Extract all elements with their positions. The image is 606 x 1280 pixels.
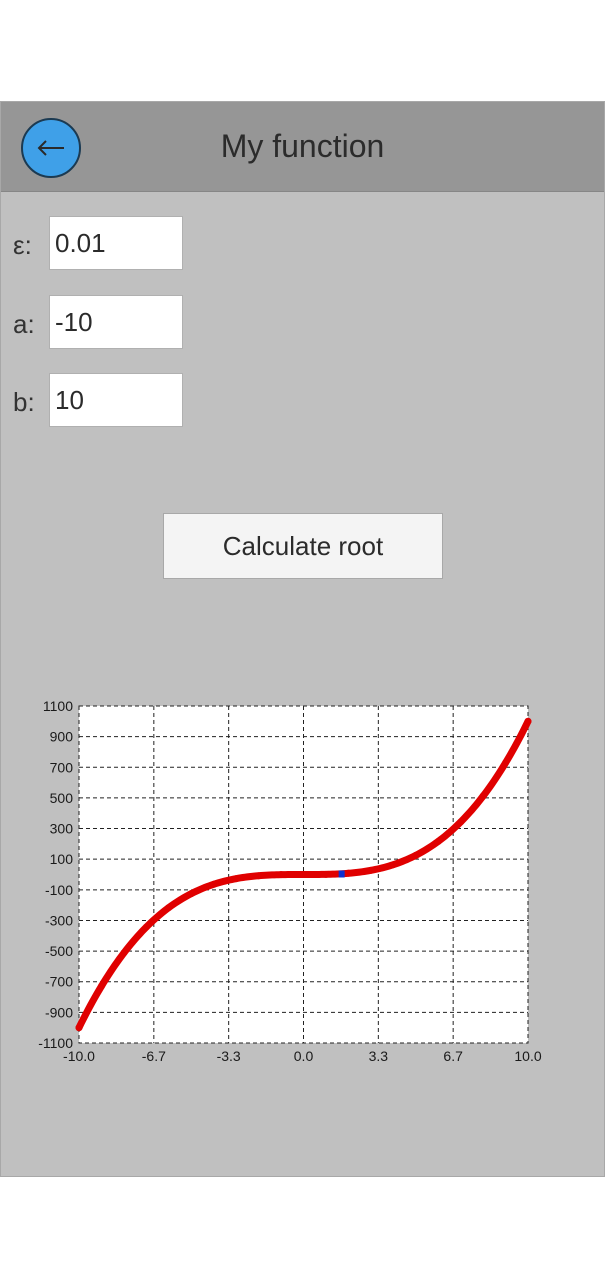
- calculate-root-button[interactable]: Calculate root: [163, 513, 443, 579]
- x-tick-label: 3.3: [369, 1048, 389, 1064]
- data-point: [120, 949, 128, 957]
- b-input[interactable]: [49, 373, 183, 427]
- y-tick-label: 100: [50, 851, 74, 867]
- data-point: [210, 880, 218, 888]
- x-tick-label: 10.0: [514, 1048, 541, 1064]
- header-bar: My function: [1, 102, 604, 192]
- y-tick-label: 1100: [43, 698, 73, 714]
- page-title: My function: [220, 128, 385, 164]
- y-tick-label: 700: [50, 759, 74, 775]
- function-chart: -10.0 -6.7 -3.3 0.0 3.3 6.7 10.011009007005003…: [38, 698, 542, 1064]
- data-point: [322, 870, 330, 878]
- y-tick-label: 900: [50, 729, 74, 745]
- root-marker: [338, 870, 345, 878]
- y-tick-label: -100: [45, 882, 73, 898]
- b-label: b:: [13, 387, 35, 417]
- data-point: [479, 792, 487, 800]
- y-tick-label: 500: [50, 790, 74, 806]
- data-point: [300, 871, 307, 878]
- data-point: [255, 872, 263, 880]
- y-tick-label: -700: [45, 974, 73, 990]
- data-point: [502, 759, 510, 767]
- y-tick-label: -900: [45, 1004, 73, 1020]
- x-tick-label: -3.3: [217, 1048, 241, 1064]
- data-point: [434, 837, 442, 845]
- a-input[interactable]: [49, 295, 183, 349]
- y-tick-label: -500: [45, 943, 73, 959]
- y-tick-label: -300: [45, 912, 73, 928]
- data-point: [97, 982, 105, 990]
- x-tick-label: 6.7: [443, 1048, 463, 1064]
- app-window: My function ε: a: b: Calculate root -10.…: [0, 101, 605, 1177]
- data-point: [389, 861, 397, 869]
- epsilon-input[interactable]: [49, 216, 183, 270]
- data-point: [75, 1024, 83, 1032]
- x-tick-label: 0.0: [294, 1048, 314, 1064]
- y-tick-label: 300: [50, 821, 74, 837]
- data-point: [165, 904, 173, 912]
- data-point: [232, 875, 240, 883]
- epsilon-label: ε:: [13, 230, 32, 260]
- data-point: [277, 871, 285, 879]
- y-tick-label: -1100: [38, 1035, 73, 1051]
- data-point: [412, 851, 420, 859]
- data-point: [142, 923, 150, 931]
- data-point: [524, 717, 532, 725]
- data-point: [187, 890, 195, 898]
- data-point: [367, 866, 375, 874]
- x-tick-label: -6.7: [142, 1048, 166, 1064]
- data-point: [457, 818, 465, 826]
- data-point: [344, 869, 352, 877]
- a-label: a:: [13, 309, 35, 339]
